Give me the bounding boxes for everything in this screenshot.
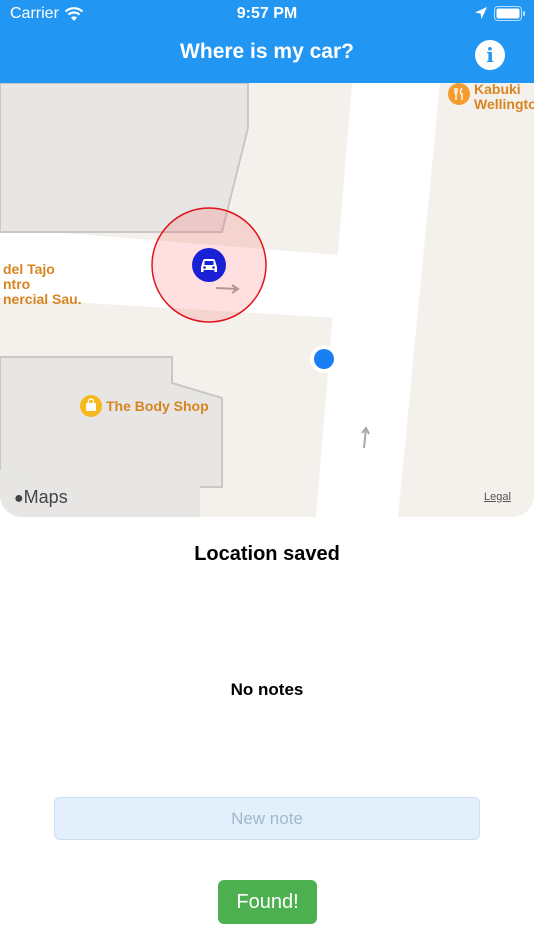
legal-link[interactable]: Legal [484,491,511,503]
poi-tajo-label-3: nercial Sau. [3,291,82,307]
status-time: 9:57 PM [236,5,298,22]
location-arrow-icon [475,7,487,19]
maps-attribution-label: Maps [23,487,68,507]
page-title: Where is my car? [180,40,354,63]
new-note-input[interactable] [54,797,480,840]
status-bar: Carrier 9:57 PM [0,0,534,28]
map-view[interactable]: Kabuki Wellingto del Tajo ntro nercial S… [0,83,534,517]
poi-body-shop-label: The Body Shop [106,398,209,414]
header: Carrier 9:57 PM Where is my car? i [0,0,534,83]
restaurant-icon [448,83,470,105]
poi-tajo-label: del Tajo [3,261,55,277]
info-button[interactable]: i [475,40,505,70]
poi-kabuki-label: Kabuki [474,83,521,97]
poi-tajo-label-2: ntro [3,276,31,292]
found-button[interactable]: Found! [218,880,317,924]
car-marker-icon[interactable] [192,248,226,282]
notes-empty-label: No notes [230,680,304,699]
maps-attribution: ●Maps [14,487,68,508]
apple-logo-icon: ● [14,490,24,507]
location-status: Location saved [194,543,340,565]
poi-kabuki-label-2: Wellingto [474,96,534,112]
battery-icon [494,6,525,21]
shopping-bag-icon [80,395,102,417]
info-icon: i [486,43,494,67]
user-location-icon [310,345,338,373]
